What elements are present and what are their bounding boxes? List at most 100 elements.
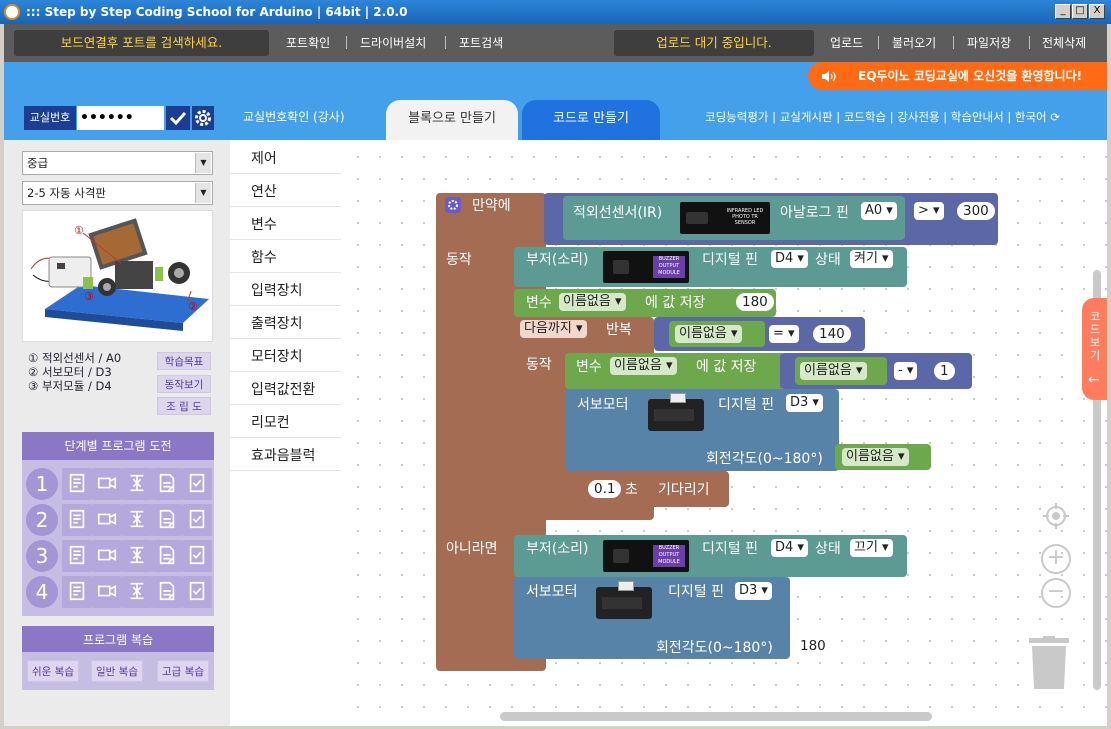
- category-output-devices[interactable]: 출력장치: [230, 307, 341, 339]
- condition-variable-dropdown[interactable]: 이름없음 ▾: [675, 325, 742, 343]
- level-select[interactable]: 중급 ▼: [22, 151, 213, 175]
- servo-digital-pin-label-2: 디지털 핀: [668, 584, 724, 600]
- category-control[interactable]: 제어: [230, 142, 341, 174]
- stage-4-check-doc-icon[interactable]: [182, 576, 212, 608]
- easy-review-button[interactable]: 쉬운 복습: [27, 660, 79, 682]
- code-learning-link[interactable]: 코드학습: [844, 110, 886, 124]
- stage-1-checklist-icon[interactable]: [62, 468, 92, 500]
- stage-4-number[interactable]: 4: [26, 576, 58, 608]
- category-input-devices[interactable]: 입력장치: [230, 274, 341, 306]
- buzzer-state-dropdown[interactable]: 켜기 ▾: [850, 250, 893, 268]
- threshold-input[interactable]: 300: [957, 202, 995, 220]
- class-board-link[interactable]: 교실게시판: [780, 110, 833, 124]
- stage-3-edit-doc-icon[interactable]: [152, 540, 182, 572]
- variable-name-dropdown[interactable]: 이름없음 ▾: [559, 293, 626, 311]
- stage-1-video-icon[interactable]: [92, 468, 122, 500]
- stage-1-flow-icon[interactable]: [122, 468, 152, 500]
- category-motor-devices[interactable]: 모터장치: [230, 340, 341, 372]
- code-view-button[interactable]: 코드보기 ←: [1082, 298, 1107, 400]
- settings-button[interactable]: [192, 106, 214, 130]
- classroom-number-label: 교실번호: [24, 106, 76, 130]
- category-operators[interactable]: 연산: [230, 175, 341, 207]
- variable-name-dropdown-2[interactable]: 이름없음 ▾: [610, 357, 677, 375]
- servo-pin-dropdown[interactable]: D3 ▾: [786, 394, 823, 412]
- servo-image: [644, 393, 708, 433]
- servo-angle-input[interactable]: 180: [794, 637, 832, 655]
- stage-1-number[interactable]: 1: [26, 468, 58, 500]
- minimize-button[interactable]: _: [1055, 4, 1071, 19]
- learning-goal-button[interactable]: 학습목표: [157, 352, 211, 370]
- maximize-button[interactable]: □: [1072, 4, 1088, 19]
- stage-2-check-doc-icon[interactable]: [182, 504, 212, 536]
- stage-4-flow-icon[interactable]: [122, 576, 152, 608]
- stage-2-edit-doc-icon[interactable]: [152, 504, 182, 536]
- comparison-operator-dropdown[interactable]: > ▾: [914, 202, 944, 220]
- stage-3-check-doc-icon[interactable]: [182, 540, 212, 572]
- tab-block-coding[interactable]: 블록으로 만들기: [386, 100, 518, 140]
- recenter-icon[interactable]: [1041, 501, 1071, 531]
- trash-icon[interactable]: [1027, 636, 1071, 690]
- category-sound-effects[interactable]: 효과음블럭: [230, 439, 341, 471]
- category-remote-control[interactable]: 리모컨: [230, 406, 341, 438]
- teacher-confirm-link[interactable]: 교실번호확인 (강사): [243, 108, 345, 125]
- lesson-select[interactable]: 2-5 자동 사격판 ▼: [22, 181, 213, 205]
- arrow-left-icon: ←: [1088, 372, 1100, 388]
- stage-2-video-icon[interactable]: [92, 504, 122, 536]
- refresh-icon[interactable]: ⟳: [1050, 110, 1060, 124]
- stage-4-edit-doc-icon[interactable]: [152, 576, 182, 608]
- buzzer-pin-dropdown[interactable]: D4 ▾: [771, 250, 808, 268]
- repeat-mode-dropdown[interactable]: 다음까지 ▾: [520, 320, 587, 338]
- buzzer-pin-dropdown-2[interactable]: D4 ▾: [771, 539, 808, 557]
- stage-2-checklist-icon[interactable]: [62, 504, 92, 536]
- save-file-link[interactable]: 파일저장: [967, 34, 1011, 51]
- classroom-number-input[interactable]: [77, 106, 164, 130]
- zoom-in-icon[interactable]: +: [1041, 544, 1071, 574]
- gear-icon[interactable]: [445, 197, 461, 213]
- category-functions[interactable]: 함수: [230, 241, 341, 273]
- stage-4-checklist-icon[interactable]: [62, 576, 92, 608]
- stage-challenge-header: 단계별 프로그램 도전: [22, 432, 214, 460]
- analog-pin-dropdown[interactable]: A0 ▾: [861, 202, 897, 220]
- equality-operator-dropdown[interactable]: = ▾: [769, 325, 799, 343]
- view-action-button[interactable]: 동작보기: [157, 375, 211, 393]
- category-variables[interactable]: 변수: [230, 208, 341, 240]
- subtraction-operator-dropdown[interactable]: - ▾: [894, 362, 918, 380]
- language-link[interactable]: 한국어: [1015, 110, 1047, 124]
- subtraction-variable-dropdown[interactable]: 이름없음 ▾: [800, 362, 867, 380]
- delete-all-link[interactable]: 전체삭제: [1042, 34, 1086, 51]
- window-title: ::: Step by Step Coding School for Ardui…: [26, 5, 408, 19]
- teacher-only-link[interactable]: 강사전용: [897, 110, 939, 124]
- confirm-button[interactable]: [166, 106, 190, 130]
- init-value-input[interactable]: 180: [736, 293, 774, 311]
- category-input-conversion[interactable]: 입력값전환: [230, 373, 341, 405]
- target-value-input[interactable]: 140: [813, 325, 851, 343]
- stage-3-video-icon[interactable]: [92, 540, 122, 572]
- close-button[interactable]: X: [1089, 4, 1105, 19]
- buzzer-state-dropdown-2[interactable]: 끄기 ▾: [850, 539, 893, 557]
- driver-install-link[interactable]: 드라이버설치: [360, 34, 426, 51]
- assembly-diagram-button[interactable]: 조 립 도: [157, 397, 211, 415]
- port-search-link[interactable]: 포트검색: [459, 34, 503, 51]
- stage-3-checklist-icon[interactable]: [62, 540, 92, 572]
- stage-3-flow-icon[interactable]: [122, 540, 152, 572]
- stage-2-flow-icon[interactable]: [122, 504, 152, 536]
- advanced-review-button[interactable]: 고급 복습: [157, 660, 209, 682]
- stage-2-number[interactable]: 2: [26, 504, 58, 536]
- coding-assessment-link[interactable]: 코딩능력평가: [705, 110, 768, 124]
- load-link[interactable]: 불러오기: [892, 34, 936, 51]
- stage-1-check-doc-icon[interactable]: [182, 468, 212, 500]
- stage-1-edit-doc-icon[interactable]: [152, 468, 182, 500]
- angle-variable-dropdown[interactable]: 이름없음 ▾: [842, 448, 909, 466]
- tab-text-coding[interactable]: 코드로 만들기: [522, 100, 660, 140]
- step-value-input[interactable]: 1: [934, 362, 955, 380]
- zoom-out-icon[interactable]: −: [1041, 578, 1071, 608]
- stage-4-video-icon[interactable]: [92, 576, 122, 608]
- normal-review-button[interactable]: 일반 복습: [91, 660, 143, 682]
- wait-seconds-input[interactable]: 0.1: [588, 480, 622, 498]
- horizontal-scrollbar[interactable]: [500, 712, 932, 721]
- study-guide-link[interactable]: 학습안내서: [951, 110, 1004, 124]
- upload-link[interactable]: 업로드: [830, 34, 863, 51]
- stage-3-number[interactable]: 3: [26, 540, 58, 572]
- servo-pin-dropdown-2[interactable]: D3 ▾: [735, 582, 772, 600]
- port-check-link[interactable]: 포트확인: [286, 34, 330, 51]
